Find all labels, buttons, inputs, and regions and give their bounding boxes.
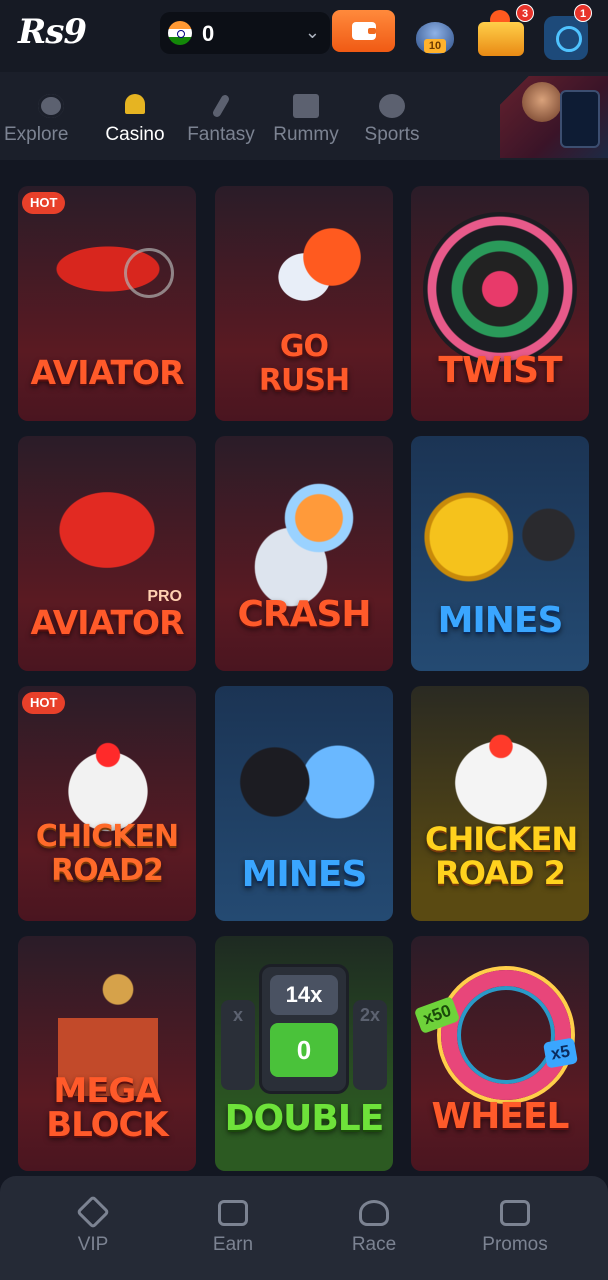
phone-image <box>560 90 600 148</box>
cricket-bat-icon <box>211 93 231 119</box>
brand-logo[interactable]: Rs9 <box>18 12 87 52</box>
bottom-nav: VIP Earn Race Promos <box>0 1176 608 1280</box>
game-title: CRASH <box>237 594 371 635</box>
hot-badge: HOT <box>22 692 66 714</box>
app-root: Rs9 0 ⌄ 10 3 1 Explore Casino Fantasy Ru… <box>0 0 608 1280</box>
tab-label: Explore <box>4 124 69 145</box>
game-card-chicken-road-2[interactable]: CHICKEN ROAD 2 <box>411 686 589 921</box>
headset-icon <box>544 16 588 60</box>
spin-wheel-image <box>423 212 577 366</box>
side-multiplier-right: 2x <box>353 1000 387 1090</box>
game-card-go-rush[interactable]: GO RUSH <box>215 186 393 421</box>
game-title: CHICKEN ROAD2 <box>35 819 179 888</box>
game-title: AVIATOR <box>30 353 184 392</box>
nav-vip[interactable]: VIP <box>38 1195 148 1258</box>
coin-bomb-image <box>419 482 585 592</box>
tab-label: Fantasy <box>187 124 255 145</box>
india-flag-icon <box>168 21 192 45</box>
tab-explore[interactable]: Explore <box>4 94 94 150</box>
rewards-badge: 3 <box>516 4 534 22</box>
game-title: MINES <box>437 600 564 641</box>
pot-label: 10 <box>424 39 446 53</box>
rewards-chest-button[interactable]: 3 <box>476 4 534 56</box>
double-value: 0 <box>270 1023 338 1077</box>
balance-selector[interactable]: 0 ⌄ <box>160 12 330 54</box>
double-machine-image: 14x 0 <box>259 964 349 1094</box>
game-card-chicken-road2[interactable]: HOT CHICKEN ROAD2 <box>18 686 196 921</box>
spade-icon <box>125 94 145 114</box>
rocket-image <box>255 222 365 322</box>
planet-icon <box>38 94 64 118</box>
game-card-crash[interactable]: CRASH <box>215 436 393 671</box>
tab-fantasy[interactable]: Fantasy <box>178 93 264 150</box>
trophy-icon <box>359 1200 389 1226</box>
diamond-icon <box>76 1195 110 1229</box>
game-title: MEGA BLOCK <box>46 1071 169 1145</box>
tab-casino[interactable]: Casino <box>92 94 178 150</box>
game-card-wheel[interactable]: x50 x5 WHEEL <box>411 936 589 1171</box>
tab-rummy[interactable]: Rummy <box>263 94 349 150</box>
gift-icon <box>500 1200 530 1226</box>
jackpot-pot-button[interactable]: 10 <box>412 12 456 56</box>
nav-label: Promos <box>482 1234 548 1255</box>
nav-promos[interactable]: Promos <box>460 1198 570 1258</box>
nav-label: Earn <box>212 1234 254 1255</box>
nav-label: Race <box>351 1234 397 1255</box>
game-title: DOUBLE <box>224 1098 385 1139</box>
airplane-image <box>28 234 188 304</box>
earn-icon <box>218 1200 248 1226</box>
football-icon <box>379 94 405 118</box>
nav-label: VIP <box>77 1234 109 1255</box>
game-card-twist[interactable]: TWIST <box>411 186 589 421</box>
support-button[interactable]: 1 <box>544 4 592 60</box>
game-title: MINES <box>241 854 368 895</box>
tab-label: Sports <box>364 124 420 145</box>
cards-icon <box>293 94 319 118</box>
nav-race[interactable]: Race <box>319 1198 429 1258</box>
hot-badge: HOT <box>22 192 66 214</box>
promo-model-image <box>522 82 562 122</box>
tab-sports[interactable]: Sports <box>349 94 435 150</box>
game-card-mines-2[interactable]: MINES <box>215 686 393 921</box>
game-title: CHICKEN ROAD 2 <box>425 820 578 892</box>
nav-earn[interactable]: Earn <box>178 1198 288 1258</box>
jet-image <box>24 476 190 596</box>
game-title: GO RUSH <box>258 329 350 398</box>
support-badge: 1 <box>574 4 592 22</box>
game-card-aviator[interactable]: HOT AVIATOR <box>18 186 196 421</box>
wheel-image <box>441 970 571 1100</box>
bomb-diamond-image <box>225 722 391 842</box>
multiplier-value: 14x <box>270 975 338 1015</box>
treasure-chest-icon <box>478 22 524 56</box>
game-title: AVIATOR <box>30 603 184 642</box>
tab-label: Casino <box>105 124 165 145</box>
top-bar: Rs9 0 ⌄ 10 3 1 <box>0 0 608 72</box>
balance-value: 0 <box>202 21 215 46</box>
chevron-down-icon: ⌄ <box>304 22 320 42</box>
game-title: WHEEL <box>431 1096 570 1137</box>
game-card-mines[interactable]: MINES <box>411 436 589 671</box>
side-multiplier-left: x <box>221 1000 255 1090</box>
game-card-double[interactable]: x 2x 14x 0 DOUBLE <box>215 936 393 1171</box>
game-title: TWIST <box>438 350 562 391</box>
tab-label: Rummy <box>273 124 339 145</box>
game-card-aviator-pro[interactable]: PRO AVIATOR <box>18 436 196 671</box>
promo-banner[interactable] <box>500 76 608 158</box>
game-card-mega-block[interactable]: MEGA BLOCK <box>18 936 196 1171</box>
wallet-button[interactable] <box>332 10 395 52</box>
multiplier-tag: x5 <box>542 1037 578 1069</box>
